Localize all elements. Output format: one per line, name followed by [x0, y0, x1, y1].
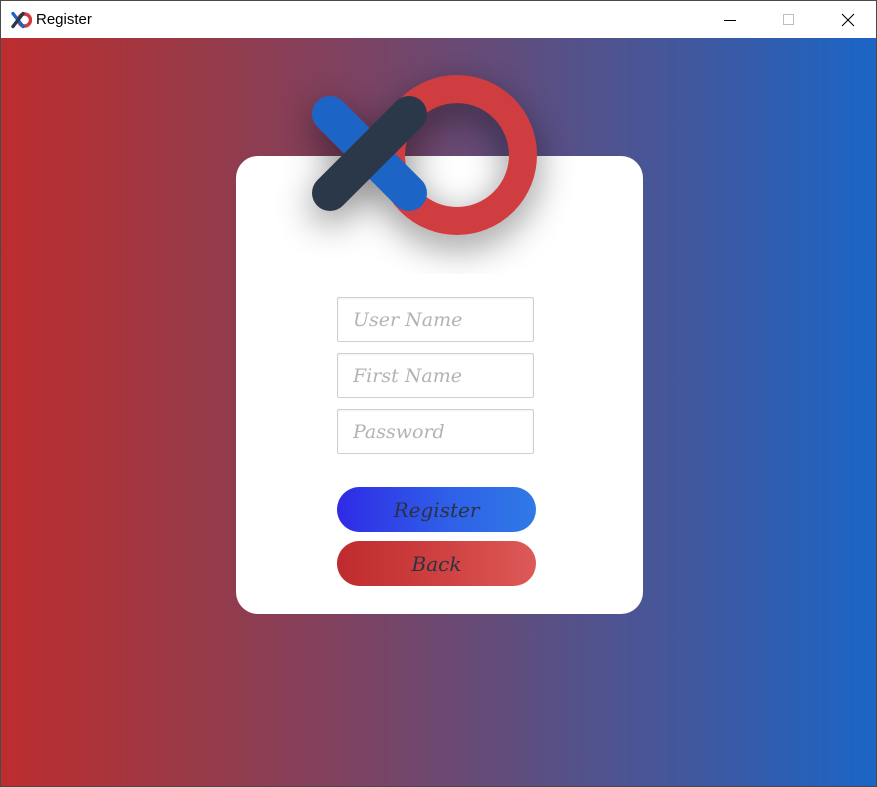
password-input[interactable] [338, 410, 533, 453]
title-bar[interactable]: Register [1, 1, 876, 38]
register-button-label: Register [393, 497, 480, 522]
minimize-button[interactable] [701, 1, 759, 38]
minimize-icon [724, 19, 736, 21]
first-name-field[interactable] [337, 353, 534, 398]
client-area: Register Back [1, 38, 876, 786]
register-window: Register User Name First Name Register B… [0, 0, 877, 787]
close-button[interactable] [819, 1, 876, 38]
maximize-icon [783, 13, 794, 25]
register-button[interactable]: Register [337, 487, 536, 532]
back-button[interactable]: Back [337, 541, 536, 586]
xo-logo [312, 75, 537, 235]
close-icon [841, 13, 855, 26]
back-button-label: Back [411, 551, 462, 576]
password-field[interactable] [337, 409, 534, 454]
xo-logo-icon [11, 11, 32, 29]
username-field[interactable] [337, 297, 534, 342]
username-input[interactable] [338, 298, 533, 341]
first-name-input[interactable] [338, 354, 533, 397]
window-title: Register [36, 11, 92, 28]
maximize-button[interactable] [760, 1, 818, 38]
